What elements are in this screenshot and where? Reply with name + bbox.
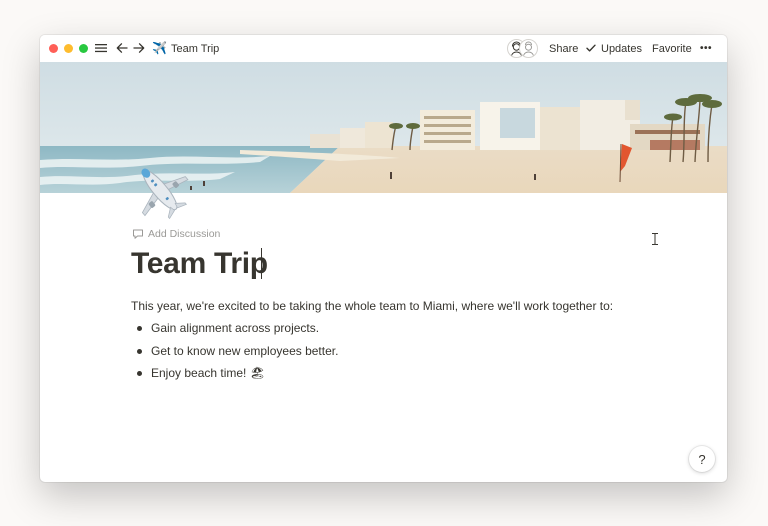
close-window-button[interactable]: [49, 44, 58, 53]
list-item-text: Enjoy beach time! 🏖: [151, 366, 265, 380]
list-item[interactable]: Gain alignment across projects.: [131, 320, 338, 343]
breadcrumb-page-icon[interactable]: ✈️: [152, 41, 167, 55]
menu-icon[interactable]: [94, 41, 108, 55]
updates-button[interactable]: Updates: [601, 42, 642, 56]
text-cursor: [261, 248, 262, 279]
titlebar: ✈️ Team Trip Share Updates Favorite •••: [40, 35, 727, 62]
ibeam-cursor-icon: [652, 233, 658, 245]
favorite-button[interactable]: Favorite: [652, 42, 692, 56]
list-item[interactable]: Enjoy beach time! 🏖: [131, 365, 338, 388]
share-button[interactable]: Share: [549, 42, 578, 56]
app-window: ✈️ Team Trip Share Updates Favorite •••: [40, 35, 727, 482]
forward-arrow-icon[interactable]: [132, 41, 146, 55]
more-options-button[interactable]: •••: [700, 42, 712, 56]
window-controls: [49, 44, 88, 53]
list-item-text: Get to know new employees better.: [151, 343, 339, 358]
back-arrow-icon[interactable]: [115, 41, 129, 55]
list-item[interactable]: Get to know new employees better.: [131, 343, 338, 366]
bullet-list: Gain alignment across projects. Get to k…: [131, 320, 338, 388]
add-discussion-button[interactable]: Add Discussion: [132, 227, 220, 241]
checkmark-icon[interactable]: [585, 42, 597, 54]
add-discussion-label: Add Discussion: [148, 228, 221, 240]
airplane-icon[interactable]: [130, 160, 190, 220]
minimize-window-button[interactable]: [64, 44, 73, 53]
breadcrumb-page-title[interactable]: Team Trip: [171, 42, 219, 56]
collaborator-avatars[interactable]: [507, 39, 538, 58]
list-item-text: Gain alignment across projects.: [151, 321, 320, 335]
bullet-dot: [137, 348, 142, 354]
avatar[interactable]: [519, 39, 538, 58]
zoom-window-button[interactable]: [79, 44, 88, 53]
help-button[interactable]: ?: [689, 446, 715, 472]
page-title[interactable]: Team Trip: [131, 245, 268, 283]
bullet-dot: [137, 371, 142, 376]
comment-icon: [133, 229, 143, 239]
bullet-dot: [137, 326, 142, 331]
intro-paragraph[interactable]: This year, we're excited to be taking th…: [131, 298, 613, 314]
